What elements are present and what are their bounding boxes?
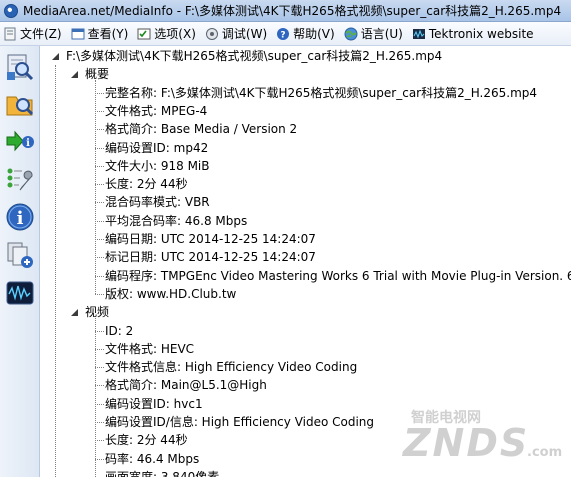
debug-icon: [205, 27, 219, 41]
section-general-toggle[interactable]: [70, 70, 79, 79]
tree-connector: [95, 92, 104, 94]
waveform-button[interactable]: [4, 278, 36, 310]
tree-connector: [95, 440, 104, 442]
tree-connector: [95, 80, 96, 294]
open-folder-button[interactable]: [4, 88, 36, 120]
tree-connector: [95, 202, 104, 204]
help-icon: ?: [276, 27, 290, 41]
tree-connector: [95, 385, 104, 387]
knowledge-base-button[interactable]: [4, 240, 36, 272]
tree-connector: [95, 184, 104, 186]
tree-connector: [95, 275, 104, 277]
tree-connector: [95, 330, 104, 332]
tree-connector: [95, 220, 104, 222]
about-button[interactable]: i: [4, 202, 36, 234]
tree-item[interactable]: 平均混合码率: 46.8 Mbps: [105, 212, 247, 230]
tree-connector: [95, 422, 104, 423]
tree-item[interactable]: 格式简介: Main@L5.1@High: [105, 376, 267, 394]
section-video-toggle[interactable]: [70, 308, 79, 317]
tree-connector: [95, 239, 104, 240]
menu-options[interactable]: 选项(X): [137, 25, 196, 42]
tree-item[interactable]: 混合码率模式: VBR: [105, 193, 210, 211]
title-bar: MediaArea.net/MediaInfo - F:\多媒体测试\4K下载H…: [0, 0, 571, 22]
options-icon: [137, 27, 151, 41]
tree-item[interactable]: ID: 2: [105, 322, 133, 340]
waveform-icon: [5, 278, 35, 311]
tree-root-file[interactable]: F:\多媒体测试\4K下载H265格式视频\super_car科技篇2_H.26…: [66, 47, 442, 65]
tree-item[interactable]: 编码程序: TMPGEnc Video Mastering Works 6 Tr…: [105, 267, 571, 285]
tree-connector: [95, 165, 104, 167]
menu-tektronix[interactable]: Tektronix website: [412, 27, 534, 41]
tree-connector: [95, 318, 96, 477]
export-button[interactable]: i: [4, 126, 36, 158]
tree-item[interactable]: 文件格式信息: High Efficiency Video Coding: [105, 358, 357, 376]
menu-view-label: 查看(Y): [87, 27, 129, 41]
open-folder-icon: [5, 88, 35, 121]
tree-connector: [95, 293, 104, 295]
tree-root-connector: [55, 65, 56, 477]
menu-bar: 文件(Z) 查看(Y) 选项(X) 调试(W) ? 帮助(V) 语言(U) Te…: [0, 22, 571, 46]
menu-file[interactable]: 文件(Z): [3, 25, 62, 42]
open-file-icon: [5, 52, 35, 85]
tree-item[interactable]: 文件大小: 918 MiB: [105, 157, 210, 175]
menu-options-label: 选项(X): [154, 27, 196, 41]
menu-debug-label: 调试(W): [221, 27, 268, 41]
svg-text:?: ?: [281, 30, 286, 40]
left-toolbar: i i: [0, 46, 40, 477]
section-general[interactable]: 概要: [85, 65, 109, 83]
menu-debug[interactable]: 调试(W): [205, 25, 267, 42]
tree-connector: [95, 147, 104, 149]
preferences-button[interactable]: [4, 164, 36, 196]
export-icon: i: [5, 126, 35, 159]
tree-root-toggle[interactable]: [51, 52, 60, 61]
view-icon: [71, 27, 85, 41]
preferences-icon: [5, 164, 35, 197]
menu-file-label: 文件(Z): [20, 27, 62, 41]
info-tree-view[interactable]: F:\多媒体测试\4K下载H265格式视频\super_car科技篇2_H.26…: [41, 46, 571, 477]
tree-connector: [95, 458, 104, 460]
tree-item[interactable]: 长度: 2分 44秒: [105, 431, 188, 449]
tree-connector: [95, 110, 104, 112]
menu-tektronix-label: Tektronix website: [428, 26, 534, 41]
tree-connector: [95, 348, 104, 350]
tree-item[interactable]: 编码日期: UTC 2014-12-25 14:24:07: [105, 230, 316, 248]
menu-help[interactable]: ? 帮助(V): [276, 25, 335, 42]
tree-item[interactable]: 文件格式: MPEG-4: [105, 102, 207, 120]
knowledge-base-icon: [5, 240, 35, 273]
tree-item[interactable]: 文件格式: HEVC: [105, 340, 194, 358]
window-title: MediaArea.net/MediaInfo - F:\多媒体测试\4K下载H…: [23, 4, 562, 18]
tree-item[interactable]: 编码设置ID/信息: High Efficiency Video Coding: [105, 413, 374, 431]
tree-item[interactable]: 编码设置ID: mp42: [105, 139, 208, 157]
file-icon: [3, 27, 17, 41]
svg-text:i: i: [26, 138, 30, 149]
tree-connector: [95, 257, 104, 259]
tree-item[interactable]: 格式简介: Base Media / Version 2: [105, 120, 297, 138]
open-file-button[interactable]: [4, 52, 36, 84]
tree-connector: [95, 367, 104, 369]
menu-help-label: 帮助(V): [293, 27, 335, 41]
tree-item[interactable]: 画面宽度: 3 840像素: [105, 468, 219, 477]
tree-item[interactable]: 版权: www.HD.Club.tw: [105, 285, 236, 303]
menu-language-label: 语言(U): [360, 27, 403, 41]
tree-connector: [95, 403, 104, 405]
menu-view[interactable]: 查看(Y): [71, 25, 129, 42]
tree-item[interactable]: 编码设置ID: hvc1: [105, 395, 203, 413]
tree-item[interactable]: 码率: 46.4 Mbps: [105, 450, 199, 468]
about-icon: i: [5, 202, 35, 235]
tree-connector: [95, 129, 104, 131]
tree-item[interactable]: 长度: 2分 44秒: [105, 175, 188, 193]
globe-icon: [344, 27, 358, 41]
section-video[interactable]: 视频: [85, 303, 109, 321]
svg-text:i: i: [17, 208, 24, 229]
tektronix-icon: [412, 27, 426, 41]
menu-language[interactable]: 语言(U): [344, 25, 403, 42]
mediainfo-app-icon: [4, 3, 18, 18]
tree-item[interactable]: 标记日期: UTC 2014-12-25 14:24:07: [105, 248, 316, 266]
tree-item[interactable]: 完整名称: F:\多媒体测试\4K下载H265格式视频\super_car科技篇…: [105, 84, 537, 102]
